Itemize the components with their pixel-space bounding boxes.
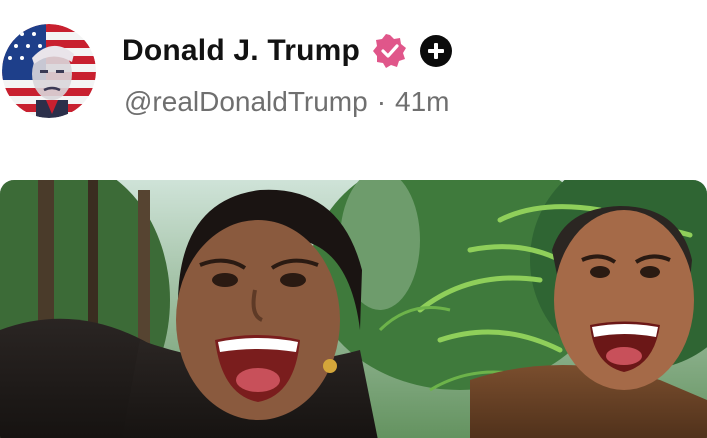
- flag-portrait-avatar-icon: [2, 24, 96, 118]
- author-display-name[interactable]: Donald J. Trump: [122, 34, 360, 68]
- follow-plus-icon[interactable]: [420, 35, 453, 67]
- author-avatar[interactable]: [2, 24, 96, 118]
- post-card: Donald J. Trump @realDonaldTrump · 41m: [0, 0, 707, 438]
- author-handle[interactable]: @realDonaldTrump: [124, 86, 368, 118]
- jungle-scene-image: [0, 180, 707, 438]
- meta-separator: ·: [376, 86, 387, 117]
- verified-badge-icon: [372, 33, 408, 69]
- post-timestamp[interactable]: 41m: [395, 86, 449, 118]
- author-name-row: Donald J. Trump: [122, 32, 453, 70]
- post-media-image[interactable]: [0, 180, 707, 438]
- author-meta-row: @realDonaldTrump · 41m: [124, 86, 450, 118]
